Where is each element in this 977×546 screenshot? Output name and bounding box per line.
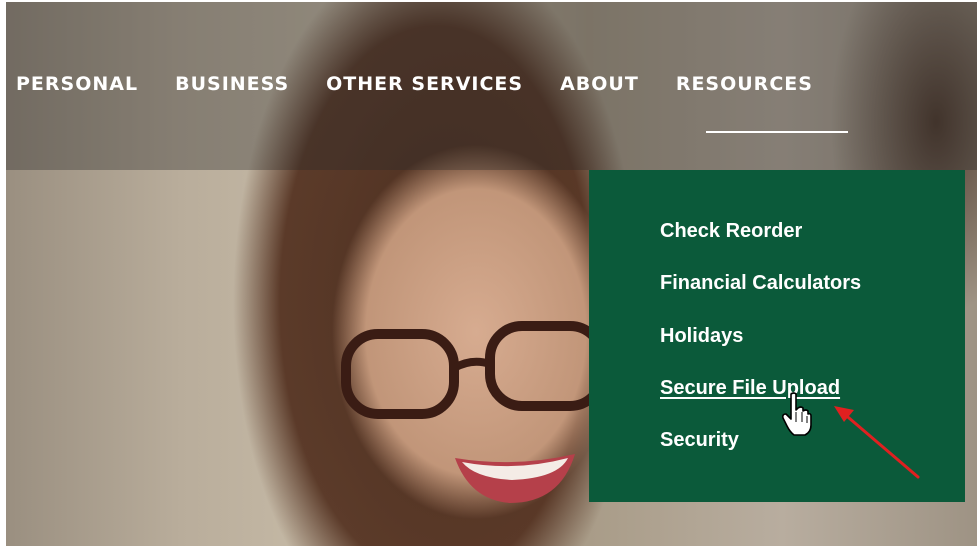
nav-active-underline — [706, 131, 848, 133]
menu-item-holidays[interactable]: Holidays — [660, 325, 743, 348]
hand-pointer-icon — [782, 392, 812, 436]
nav-item-business[interactable]: BUSINESS — [175, 73, 289, 95]
red-arrow-icon — [834, 406, 920, 479]
nav-item-about[interactable]: ABOUT — [560, 73, 639, 95]
nav-item-resources[interactable]: RESOURCES — [676, 73, 813, 95]
hero-glasses-detail — [341, 321, 607, 419]
menu-item-secure-file-upload[interactable]: Secure File Upload — [660, 377, 840, 400]
main-nav: PERSONAL BUSINESS OTHER SERVICES ABOUT R… — [0, 64, 850, 104]
menu-item-check-reorder[interactable]: Check Reorder — [660, 220, 802, 243]
hero-smile-detail — [455, 454, 575, 503]
nav-item-personal[interactable]: PERSONAL — [16, 73, 138, 95]
nav-item-other-services[interactable]: OTHER SERVICES — [326, 73, 523, 95]
page: PERSONAL BUSINESS OTHER SERVICES ABOUT R… — [0, 0, 977, 546]
menu-item-security[interactable]: Security — [660, 429, 739, 452]
menu-item-financial-calculators[interactable]: Financial Calculators — [660, 272, 861, 295]
